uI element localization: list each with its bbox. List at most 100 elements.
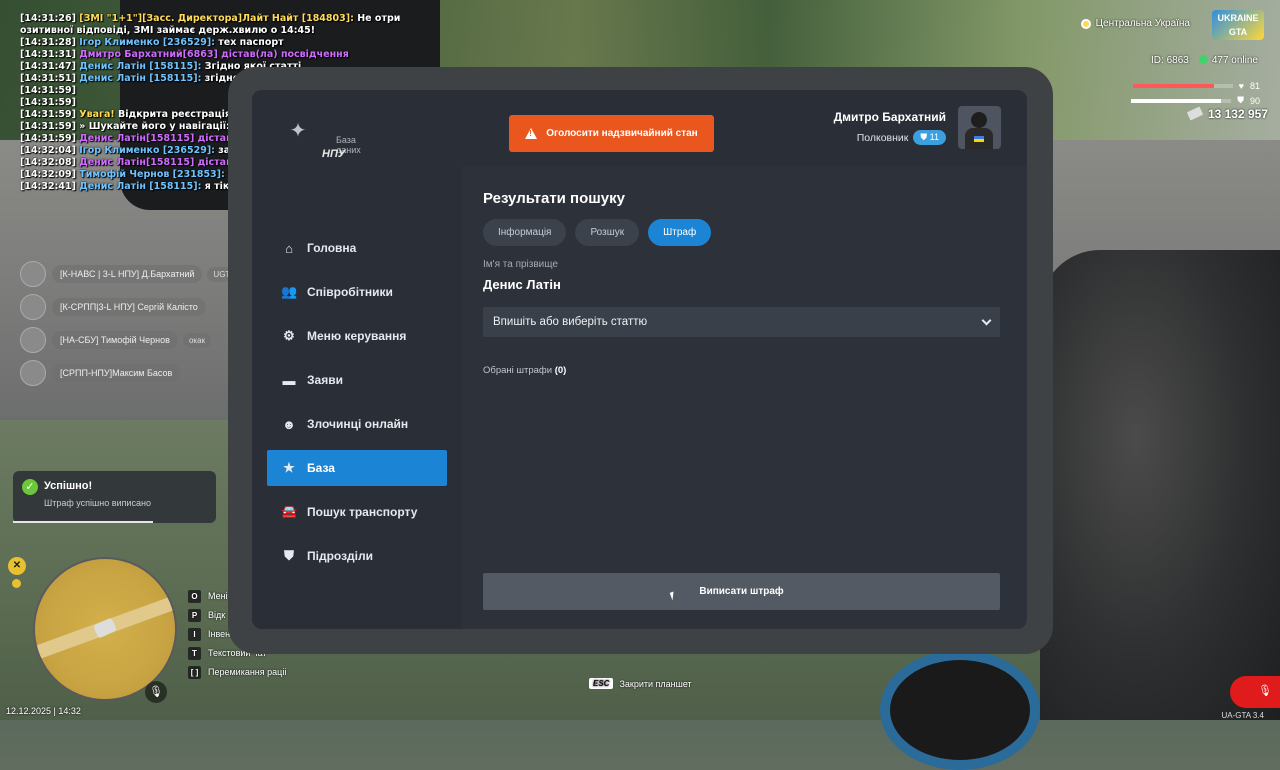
voice-tag: окак [182,332,212,348]
emergency-button[interactable]: Оголосити надзвичайний стан [509,115,714,152]
armor-icon: ⛊ [1237,95,1244,105]
npu-logo: ✦ База даних НПУ [280,110,380,160]
armor-value: 90 [1249,95,1260,106]
sidebar-item[interactable]: ★ База [267,450,447,486]
avatar[interactable] [958,106,1001,149]
article-select[interactable]: Впишіть або виберіть статтю [483,307,1000,337]
voice-name: [К-НАВС | 3-L НПУ] Д.Бархатний [52,265,203,283]
keybind-label: Перемикання раціі [208,667,287,677]
sidebar-nav: ⌂ Головна 👥 Співробітники ⚙ Меню керування ▬ За… [267,230,447,582]
user-name: Дмитро Бархатний [833,110,946,124]
selected-fines: Обрані штрафи (0) [483,365,566,376]
voice-name: [НА-СБУ] Тимофій Чернов [52,331,178,349]
key-cap: I [188,627,201,641]
result-tabs: Інформація Розшук Штраф [483,219,712,246]
toast-progress [13,521,153,523]
sidebar-item[interactable]: ⛊ Підрозділи [267,538,447,574]
sidebar-item-label: Співробітники [307,285,393,299]
avatar [20,327,46,353]
voice-name: [СРПП-НПУ]Максим Басов [52,364,181,382]
sidebar-item[interactable]: 🚘 Пошук транспорту [267,494,447,530]
topbar: Оголосити надзвичайний стан Дмитро Барха… [462,90,1027,166]
tablet-screen: ✦ База даних НПУ ⌂ Головна 👥 Співробітники ⚙… [252,90,1027,629]
warning-icon [525,128,538,139]
map-dot-icon [12,579,21,588]
sidebar-item[interactable]: 👥 Співробітники [267,274,447,310]
sidebar: ✦ База даних НПУ ⌂ Головна 👥 Співробітники ⚙… [252,90,462,629]
microphone-icon: 🎙 [145,681,167,703]
star-icon: ★ [283,460,295,475]
date-time: 12.12.2025 | 14:32 [6,706,81,716]
online-count: 477 online [1198,55,1258,66]
keybind-label: Відк [208,610,226,620]
shield-icon: ⛊ [284,548,294,563]
article-select-placeholder: Впишіть або виберіть статтю [493,316,648,328]
selected-fines-label: Обрані штрафи [483,365,553,376]
sidebar-item-label: Пошук транспорту [307,505,418,519]
chat-line: озитивної відповіді, ЗМІ займає держ.хви… [20,25,316,36]
sidebar-item-label: Головна [307,241,357,255]
server-logo: UKRAINE GTA [1212,10,1264,40]
page-title: Результати пошуку [483,190,625,207]
tab[interactable]: Розшук [575,219,640,246]
sidebar-item-label: Меню керування [307,329,407,343]
sidebar-item-label: Підрозділи [307,549,373,563]
main-content: Результати пошуку Інформація Розшук Штраф … [462,166,1027,629]
toast-message: Штраф успішно виписано [44,498,151,508]
tab[interactable]: Штраф [648,219,712,246]
chat-line: [14:31:28] Ігор Клименко [236529]: тех п… [20,37,284,48]
armor-bar: ⛊ 90 [1131,95,1260,106]
health-value: 81 [1249,81,1260,91]
voice-item: [СРПП-НПУ]Максим Басов [20,359,241,387]
gear-icon: ⚙ [283,328,295,343]
player-info: ID: 6863 477 online [1151,55,1258,66]
check-icon: ✓ [22,479,38,495]
voice-name: [К-СРПП|3-L НПУ] Сергій Калісто [52,298,206,316]
avatar [20,360,46,386]
health-bar: ♥ 81 [1132,81,1260,91]
voice-item: [НА-СБУ] Тимофій Чернов окак [20,326,241,354]
tab[interactable]: Інформація [483,219,567,246]
minimap [33,557,177,701]
voice-item: [К-СРПП|3-L НПУ] Сергій Калісто [20,293,241,321]
sidebar-item-label: Заяви [307,373,343,387]
close-tablet-hint: ESC Закрити планшет [589,678,692,689]
chat-line: [14:31:31] Дмитро Бархатний[6863] дістав… [20,49,349,60]
background-car [1040,250,1280,720]
money-icon [1186,106,1204,121]
toast-title: Успішно! [44,480,93,492]
voice-chat-list: [К-НАВС | 3-L НПУ] Д.Бархатний UGTA [К-СРП… [20,260,242,392]
success-toast: ✓ Успішно! Штраф успішно виписано [13,471,216,523]
avatar [20,294,46,320]
home-icon: ⌂ [285,240,293,256]
sidebar-item[interactable]: ⚙ Меню керування [267,318,447,354]
esc-label: Закрити планшет [619,678,692,689]
money: 13 132 957 [1186,106,1268,121]
sidebar-item-label: Злочинці онлайн [307,417,409,431]
background-wheel [880,650,1040,770]
criminal-icon: ☻ [282,416,296,432]
voice-item: [К-НАВС | 3-L НПУ] Д.Бархатний UGTA [20,260,242,288]
location-icon [1080,18,1091,29]
car-icon: 🚘 [281,504,298,519]
online-icon [1198,55,1208,64]
hud: Центральна Україна UKRAINE GTA ID: 6863 … [1060,0,1280,130]
esc-key: ESC [589,678,614,689]
region-name: Центральна Україна [1095,18,1190,29]
key-cap: P [188,608,201,622]
region-indicator: Центральна Україна [1080,18,1190,29]
voice-indicator: 🎙 [1230,676,1280,708]
map-marker-icon: ✕ [8,557,26,575]
selected-fines-count: (0) [554,365,567,376]
sidebar-item-label: База [307,461,335,475]
player-car-icon [92,617,118,639]
sidebar-item[interactable]: ☻ Злочинці онлайн [267,406,447,442]
name-label: Ім'я та прізвище [483,259,558,270]
name-value: Денис Латін [483,277,561,292]
logo-org: НПУ [322,148,346,160]
sidebar-item[interactable]: ▬ Заяви [267,362,447,398]
issue-fine-button[interactable]: Виписати штраф [483,573,1000,610]
chevron-down-icon [981,315,992,325]
key-cap: T [188,646,201,660]
sidebar-item[interactable]: ⌂ Головна [267,230,447,266]
